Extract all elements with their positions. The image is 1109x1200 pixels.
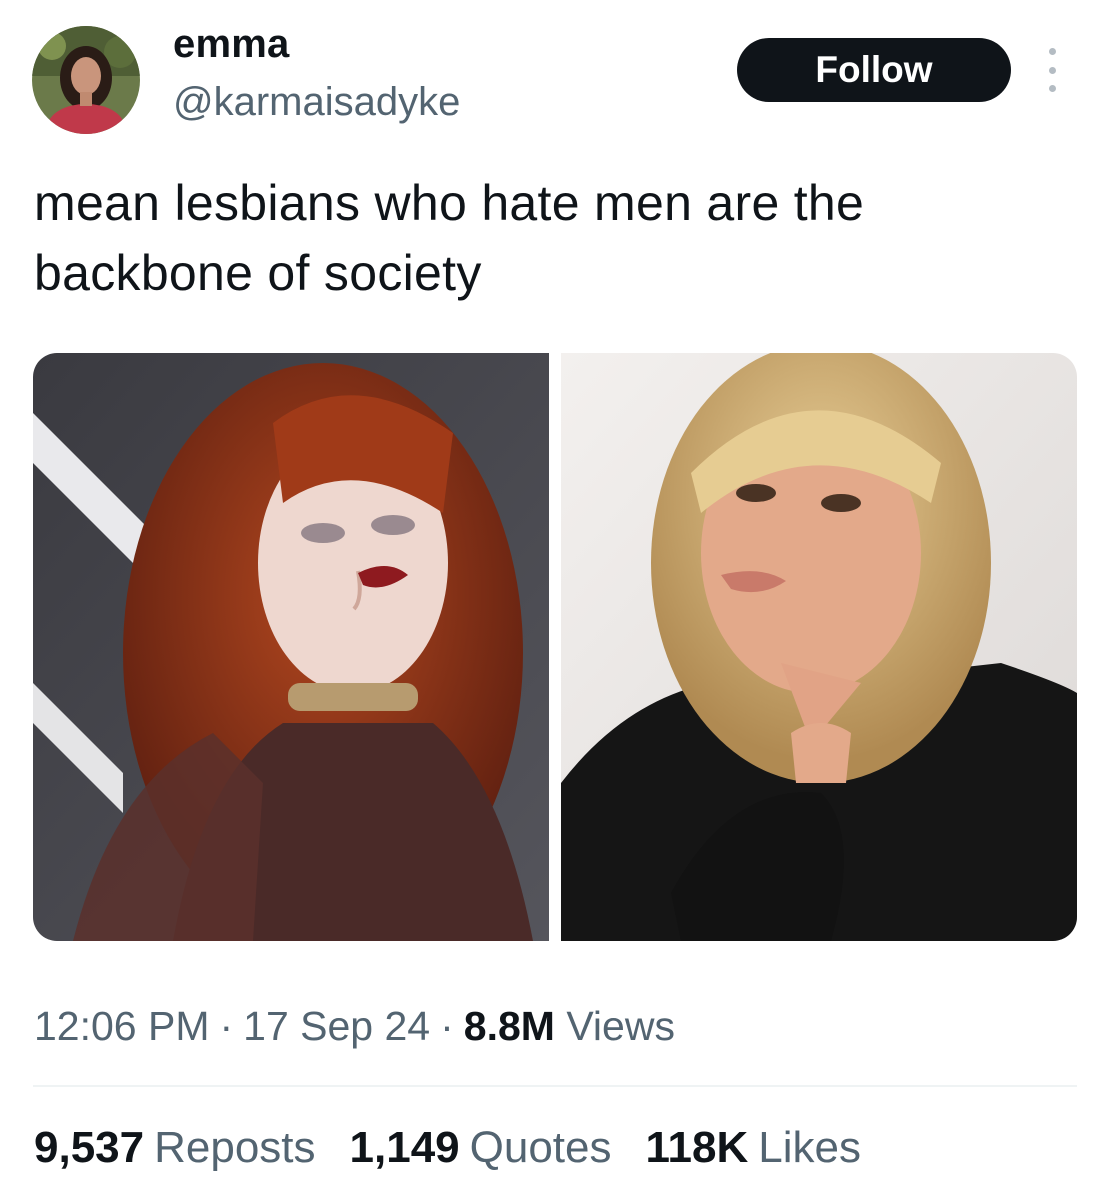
tweet-card: emma @karmaisadyke Follow mean lesbians … — [0, 0, 1109, 1200]
tweet-text-line: backbone of society — [34, 245, 482, 301]
separator-dot: · — [219, 1003, 234, 1049]
engagement-stats: 9,537 Reposts 1,149 Quotes 118K Likes — [34, 1120, 895, 1176]
display-name[interactable]: emma — [173, 20, 289, 68]
tweet-meta: 12:06 PM · 17 Sep 24 · 8.8M Views — [34, 1000, 675, 1052]
tweet-text-line: mean lesbians who hate men are the — [34, 175, 865, 231]
media-photo-1[interactable] — [33, 353, 549, 941]
media-photo-2[interactable] — [561, 353, 1077, 941]
tweet-time[interactable]: 12:06 PM — [34, 1003, 210, 1049]
photo-blonde-portrait — [561, 353, 1077, 941]
avatar[interactable] — [32, 26, 140, 134]
separator-dot: · — [440, 1003, 454, 1049]
quotes-count: 1,149 — [349, 1123, 460, 1172]
tweet-date[interactable]: 17 Sep 24 — [243, 1003, 430, 1049]
quotes-stat[interactable]: 1,149 Quotes — [350, 1120, 612, 1176]
more-options-icon[interactable] — [1038, 48, 1066, 92]
media-gap — [549, 353, 561, 941]
reposts-label: Reposts — [154, 1123, 316, 1172]
reposts-stat[interactable]: 9,537 Reposts — [34, 1120, 316, 1176]
likes-stat[interactable]: 118K Likes — [646, 1120, 861, 1176]
ellipsis-dot — [1048, 66, 1056, 74]
follow-button[interactable]: Follow — [737, 38, 1011, 102]
quotes-label: Quotes — [469, 1123, 612, 1172]
likes-label: Likes — [758, 1123, 861, 1172]
media-grid — [33, 353, 1077, 941]
profile-photo-icon — [32, 26, 140, 134]
views-label: Views — [566, 1003, 675, 1049]
ellipsis-dot — [1048, 48, 1056, 55]
views-count: 8.8M — [463, 1003, 555, 1049]
likes-count: 118K — [645, 1123, 749, 1172]
user-handle[interactable]: @karmaisadyke — [173, 78, 460, 126]
ellipsis-dot — [1048, 85, 1056, 92]
reposts-count: 9,537 — [34, 1123, 145, 1172]
photo-redhead-portrait — [33, 353, 549, 941]
tweet-text: mean lesbians who hate men are the backb… — [34, 168, 1074, 308]
divider — [33, 1085, 1077, 1087]
